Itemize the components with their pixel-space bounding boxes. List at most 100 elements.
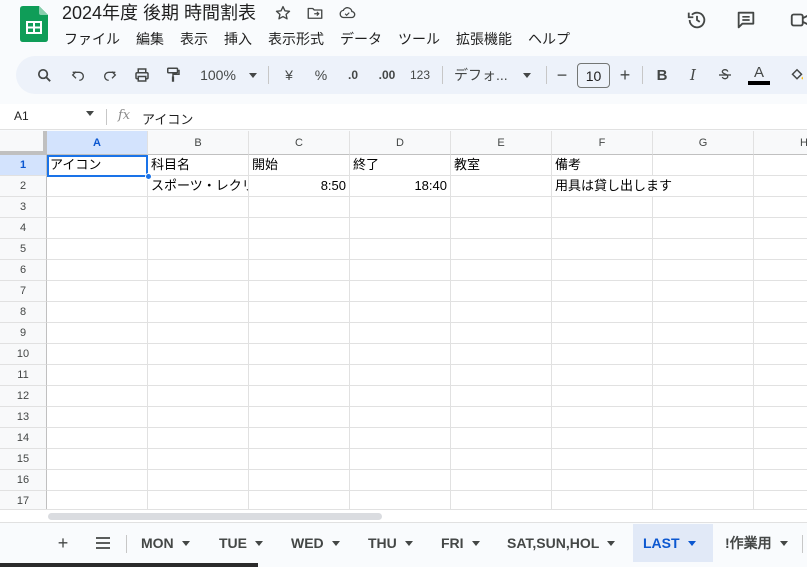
italic-button[interactable]: I bbox=[685, 56, 701, 94]
row-header-8[interactable]: 8 bbox=[0, 302, 47, 323]
empty-cell[interactable] bbox=[552, 239, 653, 260]
menu-data[interactable]: データ bbox=[332, 28, 390, 50]
menu-tools[interactable]: ツール bbox=[390, 28, 448, 50]
tab-caret-icon[interactable] bbox=[404, 540, 413, 546]
column-header-d[interactable]: D bbox=[350, 131, 451, 155]
cell-a1[interactable]: アイコン bbox=[47, 155, 148, 176]
empty-cell[interactable] bbox=[653, 344, 754, 365]
empty-cell[interactable] bbox=[451, 386, 552, 407]
empty-cell[interactable] bbox=[148, 365, 249, 386]
empty-cell[interactable] bbox=[350, 344, 451, 365]
empty-cell[interactable] bbox=[754, 449, 807, 470]
empty-cell[interactable] bbox=[249, 491, 350, 509]
empty-cell[interactable] bbox=[451, 407, 552, 428]
empty-cell[interactable] bbox=[47, 386, 148, 407]
cell-f2[interactable]: 用具は貸し出します bbox=[552, 176, 702, 197]
empty-cell[interactable] bbox=[249, 386, 350, 407]
select-all-corner[interactable] bbox=[0, 131, 47, 155]
empty-cell[interactable] bbox=[148, 386, 249, 407]
empty-cell[interactable] bbox=[350, 491, 451, 509]
tab-caret-icon[interactable] bbox=[687, 540, 696, 546]
cell-e2[interactable] bbox=[451, 176, 552, 197]
empty-cell[interactable] bbox=[148, 218, 249, 239]
percent-format-button[interactable]: % bbox=[312, 56, 330, 94]
sheet-tab-fri[interactable]: FRI bbox=[431, 524, 490, 562]
increase-font-size-button[interactable]: + bbox=[617, 56, 633, 94]
empty-cell[interactable] bbox=[249, 428, 350, 449]
cell-e1[interactable]: 教室 bbox=[451, 155, 552, 176]
empty-cell[interactable] bbox=[754, 197, 807, 218]
name-box[interactable]: A1 bbox=[14, 109, 29, 123]
column-header-g[interactable]: G bbox=[653, 131, 754, 155]
empty-cell[interactable] bbox=[148, 344, 249, 365]
empty-cell[interactable] bbox=[754, 218, 807, 239]
empty-cell[interactable] bbox=[47, 365, 148, 386]
empty-cell[interactable] bbox=[754, 281, 807, 302]
empty-cell[interactable] bbox=[47, 260, 148, 281]
document-title[interactable]: 2024年度 後期 時間割表 bbox=[62, 2, 256, 24]
empty-cell[interactable] bbox=[47, 323, 148, 344]
empty-cell[interactable] bbox=[47, 239, 148, 260]
tab-caret-icon[interactable] bbox=[471, 540, 480, 546]
empty-cell[interactable] bbox=[754, 260, 807, 281]
row-header-3[interactable]: 3 bbox=[0, 197, 47, 218]
tab-caret-icon[interactable] bbox=[607, 540, 616, 546]
empty-cell[interactable] bbox=[552, 197, 653, 218]
tab-caret-icon[interactable] bbox=[779, 540, 788, 546]
empty-cell[interactable] bbox=[249, 218, 350, 239]
empty-cell[interactable] bbox=[249, 449, 350, 470]
sheet-tab-work[interactable]: !作業用 bbox=[715, 524, 798, 562]
cell-c1[interactable]: 開始 bbox=[249, 155, 350, 176]
cell-d1[interactable]: 終了 bbox=[350, 155, 451, 176]
column-header-a[interactable]: A bbox=[47, 131, 148, 155]
sheet-tab-tue[interactable]: TUE bbox=[209, 524, 273, 562]
zoom-select[interactable]: 100% bbox=[196, 56, 240, 94]
font-caret-icon[interactable] bbox=[520, 56, 534, 94]
empty-cell[interactable] bbox=[148, 239, 249, 260]
sheet-tab-last[interactable]: LAST bbox=[633, 524, 713, 562]
empty-cell[interactable] bbox=[451, 323, 552, 344]
empty-cell[interactable] bbox=[653, 407, 754, 428]
empty-cell[interactable] bbox=[552, 218, 653, 239]
menu-extensions[interactable]: 拡張機能 bbox=[448, 28, 520, 50]
empty-cell[interactable] bbox=[350, 302, 451, 323]
empty-cell[interactable] bbox=[754, 176, 807, 197]
cell-f1[interactable]: 備考 bbox=[552, 155, 653, 176]
tab-caret-icon[interactable] bbox=[331, 540, 340, 546]
paint-format-icon[interactable] bbox=[163, 56, 183, 94]
row-header-13[interactable]: 13 bbox=[0, 407, 47, 428]
empty-cell[interactable] bbox=[754, 428, 807, 449]
currency-format-button[interactable]: ¥ bbox=[280, 56, 298, 94]
empty-cell[interactable] bbox=[754, 323, 807, 344]
add-sheet-button[interactable]: + bbox=[49, 529, 77, 557]
empty-cell[interactable] bbox=[653, 365, 754, 386]
search-menus-icon[interactable] bbox=[34, 56, 54, 94]
empty-cell[interactable] bbox=[754, 365, 807, 386]
sheet-tab-sat-sun-hol[interactable]: SAT,SUN,HOL bbox=[497, 524, 625, 562]
redo-icon[interactable] bbox=[100, 56, 120, 94]
empty-cell[interactable] bbox=[47, 491, 148, 509]
empty-cell[interactable] bbox=[754, 386, 807, 407]
column-header-b[interactable]: B bbox=[148, 131, 249, 155]
empty-cell[interactable] bbox=[47, 470, 148, 491]
row-header-2[interactable]: 2 bbox=[0, 176, 47, 197]
empty-cell[interactable] bbox=[653, 470, 754, 491]
spreadsheet-grid[interactable]: A B C D E F G H 1 2 3 4 5 6 7 8 9 10 11 … bbox=[0, 131, 807, 509]
row-header-17[interactable]: 17 bbox=[0, 491, 47, 509]
tab-caret-icon[interactable] bbox=[181, 540, 190, 546]
font-size-input[interactable]: 10 bbox=[577, 63, 610, 88]
empty-cell[interactable] bbox=[148, 323, 249, 344]
empty-cell[interactable] bbox=[552, 470, 653, 491]
empty-cell[interactable] bbox=[552, 260, 653, 281]
empty-cell[interactable] bbox=[754, 302, 807, 323]
empty-cell[interactable] bbox=[451, 239, 552, 260]
move-to-folder-icon[interactable] bbox=[305, 3, 325, 23]
undo-icon[interactable] bbox=[68, 56, 88, 94]
fill-color-icon[interactable] bbox=[787, 56, 807, 94]
increase-decimal-button[interactable]: .00 bbox=[374, 56, 400, 94]
empty-cell[interactable] bbox=[350, 449, 451, 470]
row-header-1[interactable]: 1 bbox=[0, 155, 47, 176]
empty-cell[interactable] bbox=[249, 197, 350, 218]
empty-cell[interactable] bbox=[350, 260, 451, 281]
empty-cell[interactable] bbox=[148, 197, 249, 218]
